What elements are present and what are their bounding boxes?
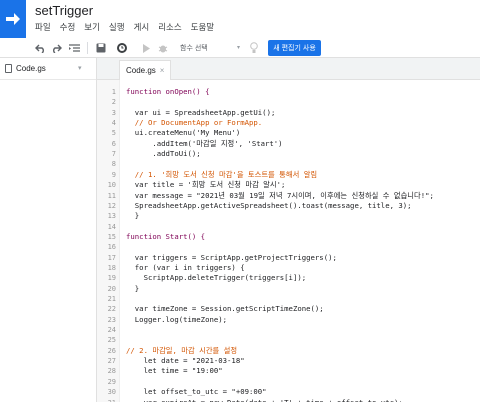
line-number: 25 [107, 336, 116, 344]
line-number: 16 [107, 243, 116, 251]
code-line[interactable] [120, 159, 480, 169]
line-number: 31 [98, 398, 116, 402]
code-line[interactable]: .addToUi(); [120, 149, 480, 159]
line-number: 26 [107, 347, 116, 355]
code-line[interactable]: // Or DocumentApp or FormApp. [120, 118, 480, 128]
line-number: 27 [107, 357, 116, 365]
editor-tab-bar: Code.gs × [97, 58, 480, 80]
line-number: 18 [107, 264, 116, 272]
chevron-down-icon[interactable]: ▾ [78, 64, 82, 72]
debug-bug-icon[interactable] [157, 40, 169, 56]
line-number: 20 [107, 285, 116, 293]
code-line[interactable] [120, 222, 480, 232]
save-icon[interactable] [95, 40, 107, 56]
menu-edit[interactable]: 수정 [60, 21, 76, 33]
code-editor[interactable]: function onOpen() { var ui = Spreadsheet… [120, 80, 480, 402]
line-number: 6 [111, 140, 116, 148]
code-line[interactable]: let time = "19:00" [120, 366, 480, 376]
menu-publish[interactable]: 게시 [134, 21, 150, 33]
code-line[interactable] [120, 335, 480, 345]
line-number: 12 [107, 202, 116, 210]
line-number: 5 [111, 129, 116, 137]
code-line[interactable] [120, 97, 480, 107]
triggers-clock-icon[interactable] [115, 40, 129, 56]
indent-icon[interactable] [68, 40, 80, 56]
line-number: 23 [107, 316, 116, 324]
line-number: 13 [107, 212, 116, 220]
code-line[interactable]: function Start() { [120, 232, 480, 242]
line-number: 28 [107, 367, 116, 375]
code-line[interactable] [120, 325, 480, 335]
code-line[interactable]: function onOpen() { [120, 87, 480, 97]
menu-view[interactable]: 보기 [84, 21, 100, 33]
line-number: 14 [107, 223, 116, 231]
menu-bar: 파일 수정 보기 실행 게시 리소스 도움말 [35, 21, 214, 33]
toolbar: 함수 선택 ▾ 새 편집기 사용 [0, 38, 480, 58]
menu-file[interactable]: 파일 [35, 21, 51, 33]
line-number: 3 [111, 109, 116, 117]
toolbar-divider [87, 42, 88, 54]
function-select[interactable]: 함수 선택 ▾ [178, 41, 242, 55]
line-number: 29 [107, 378, 116, 386]
chevron-down-icon: ▾ [236, 45, 240, 51]
line-number: 11 [107, 192, 116, 200]
menu-run[interactable]: 실행 [109, 21, 125, 33]
code-line[interactable]: Logger.log(timeZone); [120, 315, 480, 325]
code-line[interactable]: var message = "2021년 03월 19일 저녁 7시이며, 이후… [120, 191, 480, 201]
code-line[interactable]: var triggers = ScriptApp.getProjectTrigg… [120, 253, 480, 263]
line-number: 1 [111, 88, 116, 96]
line-number-gutter: 1 2 3 4 5 6 7 8 9 10 11 12 13 14 15 16 17 18 19 20 21 22 23 24 2… [97, 80, 120, 402]
tab-label: Code.gs [126, 66, 156, 75]
line-number: 30 [107, 388, 116, 396]
code-line[interactable]: for (var i in triggers) { [120, 263, 480, 273]
files-pane: Code.gs ▾ [0, 58, 97, 402]
code-line[interactable]: ui.createMenu('My Menu') [120, 128, 480, 138]
line-number: 8 [111, 160, 116, 168]
code-line[interactable]: // 1. '희망 도서 신청 마감'을 토스트를 통해서 알림 [120, 170, 480, 180]
code-line[interactable]: .addItem('마감일 지정', 'Start') [120, 139, 480, 149]
file-icon [5, 64, 12, 73]
code-line[interactable]: var expireAt = new Date(date + 'T' + tim… [120, 398, 480, 402]
menu-help[interactable]: 도움말 [191, 21, 214, 33]
code-line[interactable] [120, 242, 480, 252]
line-number: 15 [107, 233, 116, 241]
line-number: 7 [111, 150, 116, 158]
undo-icon[interactable] [34, 40, 46, 56]
line-number: 19 [107, 274, 116, 282]
tab-code-gs[interactable]: Code.gs × [119, 60, 172, 80]
new-editor-button[interactable]: 새 편집기 사용 [268, 40, 321, 56]
arrow-right-icon [6, 13, 20, 25]
function-select-label: 함수 선택 [180, 45, 208, 52]
code-line[interactable] [120, 377, 480, 387]
code-line[interactable]: // 2. 마감일, 마감 시간를 설정 [120, 346, 480, 356]
redo-icon[interactable] [50, 40, 62, 56]
menu-resources[interactable]: 리소스 [158, 21, 181, 33]
apps-script-logo[interactable] [0, 0, 26, 38]
file-item-code-gs[interactable]: Code.gs ▾ [0, 58, 96, 80]
code-line[interactable]: } [120, 211, 480, 221]
close-icon[interactable]: × [160, 66, 165, 75]
project-title[interactable]: setTrigger [35, 3, 93, 18]
line-number: 17 [107, 254, 116, 262]
code-line[interactable]: ScriptApp.deleteTrigger(triggers[i]); [120, 273, 480, 283]
line-number: 4 [111, 119, 116, 127]
line-number: 9 [111, 171, 116, 179]
lightbulb-icon[interactable] [248, 40, 260, 56]
code-line[interactable] [120, 294, 480, 304]
header: setTrigger 파일 수정 보기 실행 게시 리소스 도움말 [0, 0, 480, 38]
code-line[interactable]: let date = "2021-03-18" [120, 356, 480, 366]
line-number: 22 [107, 305, 116, 313]
code-line[interactable]: var ui = SpreadsheetApp.getUi(); [120, 108, 480, 118]
file-name: Code.gs [16, 64, 46, 73]
code-line[interactable]: var timeZone = Session.getScriptTimeZone… [120, 304, 480, 314]
run-icon[interactable] [141, 40, 151, 56]
line-number: 10 [107, 181, 116, 189]
line-number: 24 [107, 326, 116, 334]
code-line[interactable]: var title = '희망 도서 신청 마감 알시'; [120, 180, 480, 190]
line-number: 2 [111, 98, 116, 106]
code-line[interactable]: let offset_to_utc = "+09:00" [120, 387, 480, 397]
code-line[interactable]: SpreadsheetApp.getActiveSpreadsheet().to… [120, 201, 480, 211]
code-line[interactable]: } [120, 284, 480, 294]
line-number: 21 [107, 295, 116, 303]
